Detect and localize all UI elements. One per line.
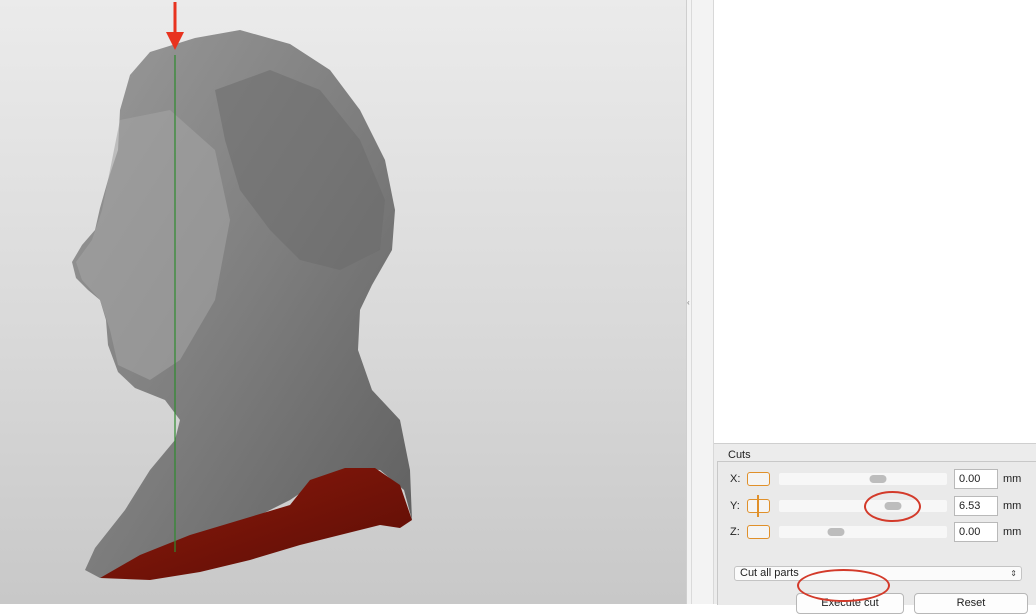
y-value-field[interactable]: 6.53 (954, 496, 998, 516)
x-axis-row: X: 0.00 mm (718, 469, 1036, 491)
annotation-ring-y-slider (864, 491, 921, 522)
z-value-field[interactable]: 0.00 (954, 522, 998, 542)
splitter-line (691, 0, 692, 604)
x-slider-knob[interactable] (869, 475, 887, 483)
3d-viewport[interactable] (0, 0, 686, 604)
y-axis-slider[interactable] (779, 500, 947, 512)
x-axis-toggle[interactable] (747, 472, 770, 486)
z-axis-row: Z: 0.00 mm (718, 522, 1036, 544)
y-unit-label: mm (1003, 500, 1022, 512)
panel-splitter[interactable]: ‹ (686, 0, 714, 604)
z-axis-slider[interactable] (779, 526, 947, 538)
cuts-title: Cuts (728, 449, 751, 461)
splitter-grip-icon[interactable]: ‹ (687, 298, 691, 308)
x-value-field[interactable]: 0.00 (954, 469, 998, 489)
y-axis-toggle[interactable] (747, 495, 770, 517)
x-unit-label: mm (1003, 473, 1022, 485)
x-axis-label: X: (730, 473, 741, 485)
y-axis-label: Y: (730, 500, 740, 512)
z-axis-toggle[interactable] (747, 525, 770, 539)
cut-mode-value: Cut all parts (740, 567, 799, 579)
z-axis-label: Z: (730, 526, 740, 538)
annotation-ring-execute (797, 569, 890, 602)
model-render (72, 2, 412, 580)
z-slider-knob[interactable] (827, 528, 845, 536)
z-unit-label: mm (1003, 526, 1022, 538)
select-arrows-icon: ⇕ (1010, 569, 1017, 578)
x-axis-slider[interactable] (779, 473, 947, 485)
